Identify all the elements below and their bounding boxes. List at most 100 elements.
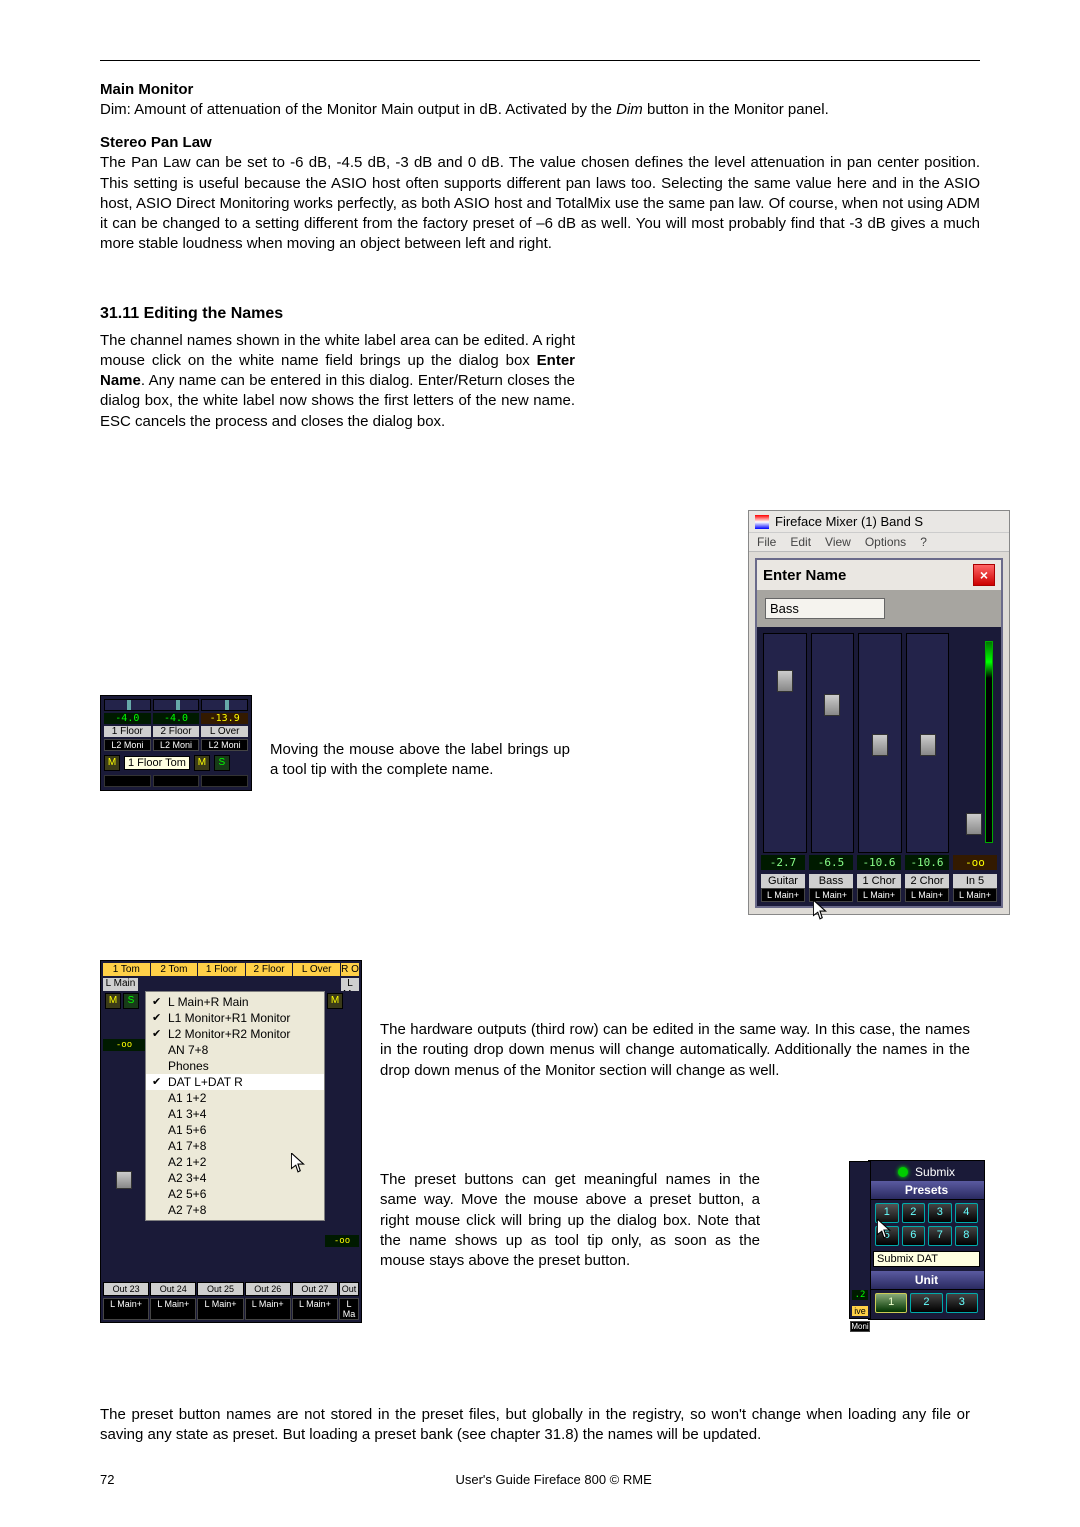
channel-strip[interactable] <box>906 633 950 853</box>
channel-name[interactable]: Bass <box>809 874 853 888</box>
db-value: -4.0 <box>153 713 200 724</box>
routing-label[interactable]: L Main+ <box>245 1298 291 1320</box>
output-label[interactable]: Out 23 <box>103 1282 149 1296</box>
routing-menu-item[interactable]: A2 7+8 <box>146 1202 324 1218</box>
routing-menu-item[interactable]: A1 1+2 <box>146 1090 324 1106</box>
routing-dropdown[interactable]: L Main+R MainL1 Monitor+R1 MonitorL2 Mon… <box>145 991 325 1221</box>
db-value: -13.9 <box>201 713 248 724</box>
fader-handle[interactable] <box>966 813 982 835</box>
channel-name[interactable]: L Over <box>201 726 248 737</box>
fader-slot[interactable] <box>104 775 151 787</box>
routing-menu-item[interactable]: DAT L+DAT R <box>146 1074 324 1090</box>
solo-button[interactable]: S <box>214 755 230 771</box>
routing-menu-item[interactable]: A2 5+6 <box>146 1186 324 1202</box>
channel-name[interactable]: 1 Floor <box>104 726 151 737</box>
routing-label[interactable]: L2 Moni <box>104 739 151 751</box>
channel-name[interactable]: 2 Chor <box>905 874 949 888</box>
presets-heading: Presets <box>869 1181 984 1200</box>
fader-handle[interactable] <box>824 694 840 716</box>
routing-label[interactable]: L Main+ <box>197 1298 243 1320</box>
channel-strip[interactable] <box>811 633 855 853</box>
output-label[interactable]: Out 24 <box>150 1282 196 1296</box>
routing-menu-item[interactable]: A2 1+2 <box>146 1154 324 1170</box>
routing-menu-item[interactable]: A2 3+4 <box>146 1170 324 1186</box>
output-label[interactable]: Out <box>339 1282 359 1296</box>
pan-slider[interactable] <box>104 699 151 711</box>
app-icon <box>755 515 769 529</box>
routing-menu-item[interactable]: L Main+R Main <box>146 994 324 1010</box>
edit-pre: The channel names shown in the white lab… <box>100 332 575 369</box>
pan-slider[interactable] <box>201 699 248 711</box>
mute-button[interactable]: M <box>105 993 121 1009</box>
menu-options[interactable]: Options <box>865 535 906 549</box>
fader-handle[interactable] <box>920 734 936 756</box>
routing-menu-item[interactable]: A1 5+6 <box>146 1122 324 1138</box>
menu-help[interactable]: ? <box>920 535 927 549</box>
routing-label[interactable]: L Ma <box>339 1298 359 1320</box>
dialog-title: Enter Name <box>763 567 846 584</box>
close-icon[interactable]: × <box>973 564 995 586</box>
routing-menu-item[interactable]: Phones <box>146 1058 324 1074</box>
routing-menu-item[interactable]: L2 Monitor+R2 Monitor <box>146 1026 324 1042</box>
db-value: -2.7 <box>761 855 805 870</box>
preset-button-5[interactable]: 5 <box>875 1226 899 1246</box>
channel-name[interactable]: 2 Floor <box>153 726 200 737</box>
footer-text: User's Guide Fireface 800 © RME <box>144 1472 964 1487</box>
name-input[interactable] <box>765 598 885 619</box>
preset-button-7[interactable]: 7 <box>928 1226 952 1246</box>
output-label[interactable]: Out 25 <box>197 1282 243 1296</box>
routing-label[interactable]: L Main+ <box>292 1298 338 1320</box>
menu-edit[interactable]: Edit <box>790 535 811 549</box>
routing-label[interactable]: Moni <box>850 1321 870 1332</box>
routing-menu-item[interactable]: L1 Monitor+R1 Monitor <box>146 1010 324 1026</box>
routing-menu-item[interactable]: A1 3+4 <box>146 1106 324 1122</box>
channel-name[interactable]: Guitar <box>761 874 805 888</box>
channel-strip[interactable] <box>763 633 807 853</box>
preset-button-8[interactable]: 8 <box>955 1226 979 1246</box>
routing-label[interactable]: L Main+ <box>103 1298 149 1320</box>
routing-label[interactable]: L Main+ <box>150 1298 196 1320</box>
fader-handle[interactable] <box>872 734 888 756</box>
routing-label[interactable]: L2 Moni <box>153 739 200 751</box>
preset-button-3[interactable]: 3 <box>928 1203 952 1223</box>
fader-handle[interactable] <box>116 1171 132 1189</box>
mute-button[interactable]: M <box>194 755 210 771</box>
routing-label[interactable]: L Main+ <box>809 888 853 902</box>
routing-menu-item[interactable]: A1 7+8 <box>146 1138 324 1154</box>
menu-view[interactable]: View <box>825 535 851 549</box>
menu-file[interactable]: File <box>757 535 776 549</box>
fader-slot[interactable] <box>153 775 200 787</box>
output-label[interactable]: Out 27 <box>292 1282 338 1296</box>
routing-menu-item[interactable]: AN 7+8 <box>146 1042 324 1058</box>
fader-handle[interactable] <box>777 670 793 692</box>
channel-name[interactable]: ive <box>852 1306 868 1316</box>
solo-button[interactable]: S <box>123 993 139 1009</box>
db-value: -10.6 <box>905 855 949 870</box>
routing-label[interactable]: L Main+ <box>953 888 997 902</box>
mute-button[interactable]: M <box>104 755 120 771</box>
preset-button-6[interactable]: 6 <box>902 1226 926 1246</box>
routing-label[interactable]: L Main+ <box>905 888 949 902</box>
menubar: File Edit View Options ? <box>749 533 1009 552</box>
unit-button-3[interactable]: 3 <box>946 1293 978 1313</box>
routing-label[interactable]: L2 Moni <box>201 739 248 751</box>
preset-button-2[interactable]: 2 <box>902 1203 926 1223</box>
routing-label[interactable]: L Main+ <box>761 888 805 902</box>
db-value: -oo <box>325 1235 359 1247</box>
submix-label[interactable]: Submix <box>915 1165 955 1179</box>
unit-button-1[interactable]: 1 <box>875 1293 907 1313</box>
mute-button[interactable]: M <box>327 993 343 1009</box>
para-dim: Dim: Amount of attenuation of the Monito… <box>100 100 980 120</box>
channel-strip[interactable] <box>858 633 902 853</box>
unit-button-2[interactable]: 2 <box>910 1293 942 1313</box>
channel-label: R O <box>341 963 359 976</box>
channel-strip[interactable] <box>953 633 995 853</box>
preset-button-1[interactable]: 1 <box>875 1203 899 1223</box>
pan-slider[interactable] <box>153 699 200 711</box>
output-label[interactable]: Out 26 <box>245 1282 291 1296</box>
channel-name[interactable]: In 5 <box>953 874 997 888</box>
routing-label[interactable]: L Main+ <box>857 888 901 902</box>
fader-slot[interactable] <box>201 775 248 787</box>
channel-name[interactable]: 1 Chor <box>857 874 901 888</box>
preset-button-4[interactable]: 4 <box>955 1203 979 1223</box>
